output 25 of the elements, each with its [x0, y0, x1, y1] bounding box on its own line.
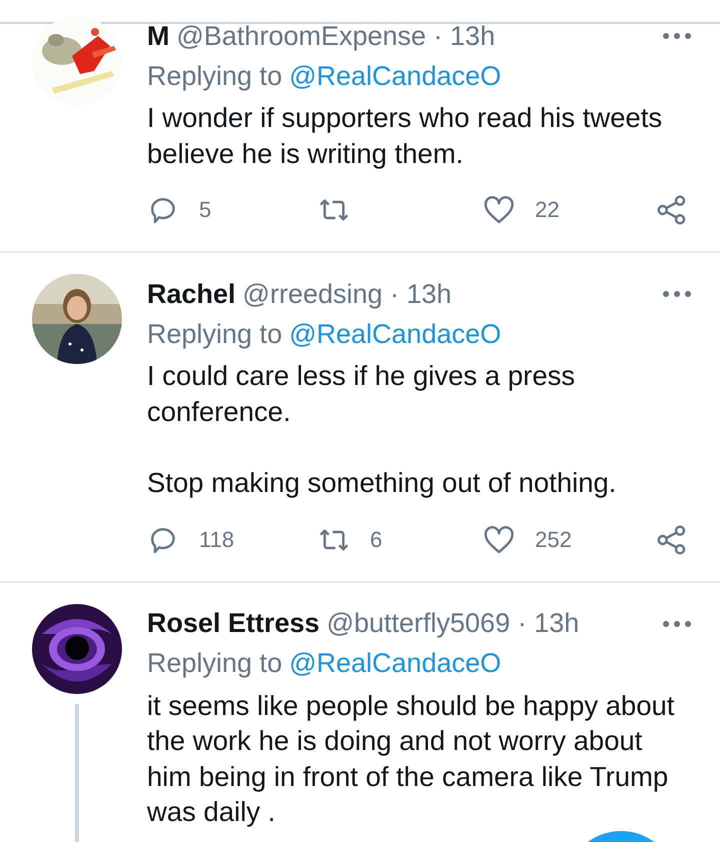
more-icon[interactable] [662, 32, 692, 40]
like-count: 22 [535, 197, 560, 223]
like-count: 252 [535, 526, 572, 552]
replying-label: Replying to [147, 318, 282, 350]
reply-count: 5 [199, 197, 212, 223]
share-icon[interactable] [656, 524, 688, 556]
share-icon[interactable] [656, 194, 688, 226]
user-name[interactable]: M [147, 20, 170, 52]
replying-label: Replying to [147, 60, 282, 92]
heart-icon[interactable] [483, 524, 515, 556]
reply-count: 118 [199, 526, 234, 552]
user-name[interactable]: Rosel Ettress [147, 608, 320, 639]
user-name[interactable]: Rachel [147, 278, 236, 310]
more-icon[interactable] [662, 290, 692, 298]
retweet-count: 6 [370, 526, 382, 552]
tweet-text: it seems like people should be happy about the work he is doing and not worry about him being in front of the camera like Trump was daily . [147, 688, 676, 829]
handle-and-time: @rreedsing · 13h [242, 278, 452, 310]
tweet-text: I could care less if he gives a press conference. [147, 359, 576, 428]
replying-label: Replying to [147, 648, 282, 679]
tweet-text: Stop making something out of nothing. [147, 466, 618, 500]
heart-icon[interactable] [483, 194, 515, 226]
handle-and-time: @BathroomExpense · 13h [176, 20, 496, 52]
more-icon[interactable] [662, 620, 692, 628]
handle-and-time: @butterfly5069 · 13h [326, 608, 580, 639]
tweet-text: I wonder if supporters who read his tweets believe he is writing them. [147, 101, 664, 171]
